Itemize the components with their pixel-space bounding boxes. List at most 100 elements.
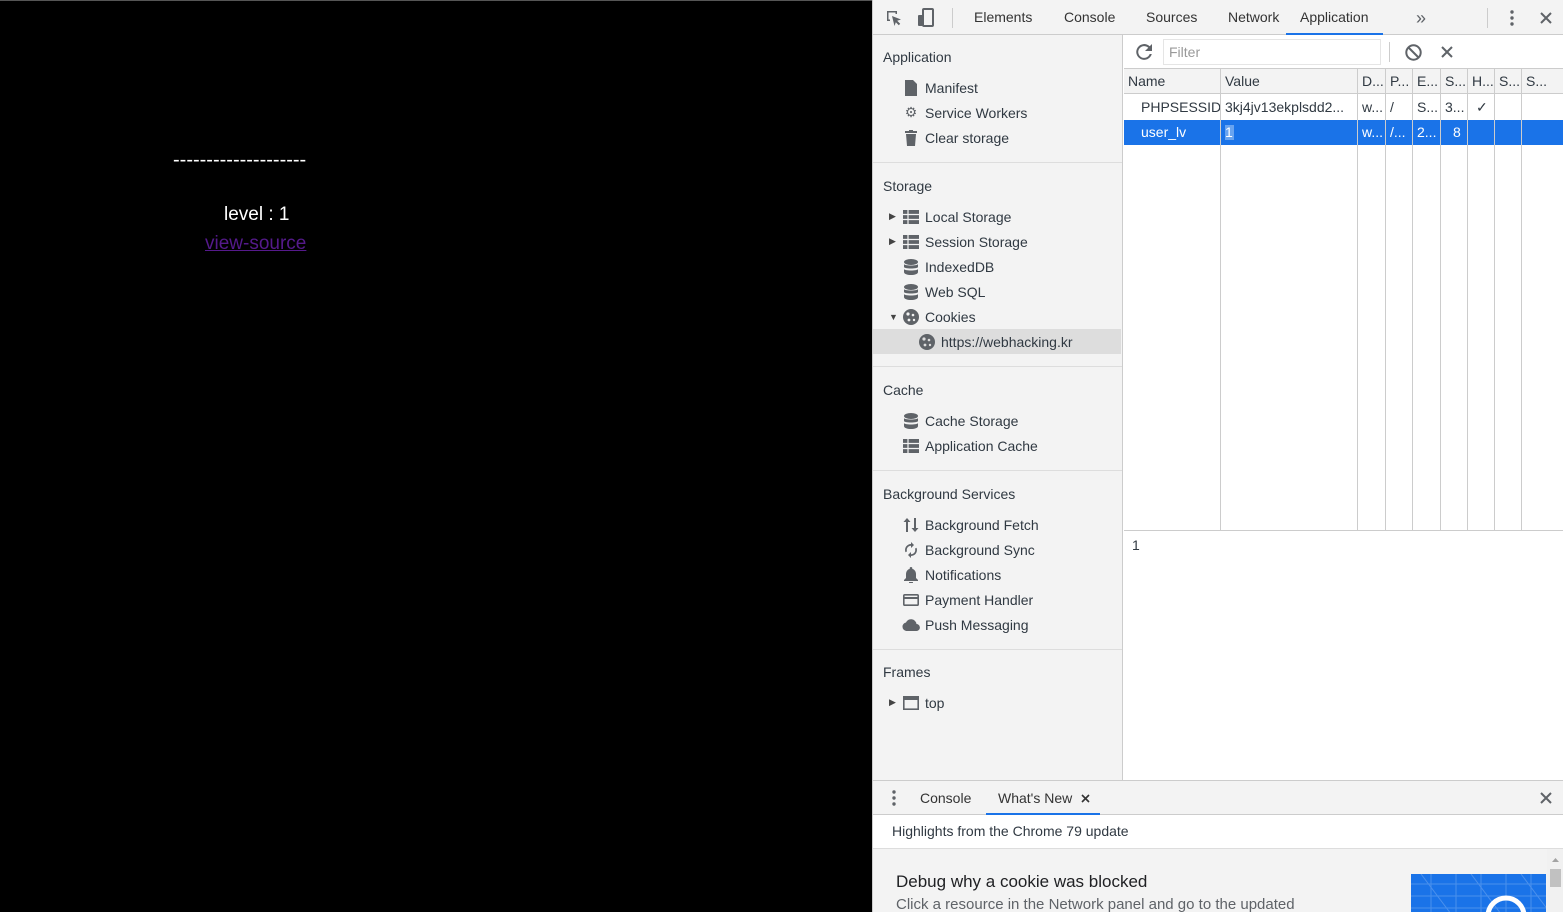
file-icon: [901, 79, 921, 97]
cookie-samesite-cell: [1522, 120, 1562, 145]
expand-arrow-icon[interactable]: ▶: [889, 697, 901, 708]
frame-icon: [901, 694, 921, 712]
tab-network[interactable]: Network: [1228, 0, 1279, 35]
cookie-domain-cell: w...: [1362, 124, 1384, 140]
tab-sources[interactable]: Sources: [1146, 0, 1197, 35]
sidebar-item-label: Background Sync: [925, 541, 1035, 558]
sidebar-item-background-fetch[interactable]: Background Fetch: [873, 512, 1121, 537]
cookie-domain-cell: w...: [1362, 99, 1384, 115]
drawer-tabbar: Console What's New: [873, 780, 1563, 815]
sidebar-item-label: Notifications: [925, 566, 1002, 583]
kebab-menu-icon[interactable]: [1501, 7, 1523, 29]
drawer-scrollbar[interactable]: [1547, 849, 1563, 912]
cookie-secure-cell: [1495, 95, 1521, 120]
sidebar-item-web-sql[interactable]: Web SQL: [873, 279, 1121, 304]
sidebar-item-label: Background Fetch: [925, 516, 1039, 533]
sidebar-item-cookie-origin[interactable]: https://webhacking.kr: [873, 329, 1121, 354]
expand-arrow-icon[interactable]: ▶: [889, 211, 901, 222]
whats-new-header: Highlights from the Chrome 79 update: [873, 815, 1563, 849]
refresh-icon[interactable]: [1133, 41, 1155, 63]
database-icon: [901, 258, 921, 276]
sidebar-item-local-storage[interactable]: ▶ Local Storage: [873, 204, 1121, 229]
sidebar-item-session-storage[interactable]: ▶ Session Storage: [873, 229, 1121, 254]
close-tab-icon[interactable]: [1078, 787, 1092, 809]
more-tabs-icon[interactable]: »: [1410, 7, 1432, 29]
table-header: Name Value D... P... E... S... H... S...…: [1124, 69, 1563, 94]
grid-icon: [901, 208, 921, 226]
preview-value: 1: [1132, 537, 1140, 553]
column-header[interactable]: Name: [1124, 69, 1220, 94]
column-header[interactable]: S...: [1495, 69, 1521, 94]
sidebar-item-notifications[interactable]: Notifications: [873, 562, 1121, 587]
column-header[interactable]: S...: [1522, 69, 1562, 94]
tab-elements[interactable]: Elements: [974, 0, 1032, 35]
section-background-title: Background Services: [883, 486, 1016, 502]
cookies-table: Name Value D... P... E... S... H... S...…: [1124, 69, 1563, 531]
device-toolbar-icon[interactable]: [915, 7, 937, 29]
table-row[interactable]: PHPSESSID 3kj4jv13ekplsdd2... w... / S..…: [1124, 95, 1563, 120]
page-viewport: -------------------- level : 1 view-sour…: [0, 0, 872, 912]
cookie-size-cell: 8: [1453, 124, 1461, 140]
sidebar-item-service-workers[interactable]: ⚙ Service Workers: [873, 100, 1121, 125]
sidebar-item-push-messaging[interactable]: Push Messaging: [873, 612, 1121, 637]
grid-icon: [901, 437, 921, 455]
sidebar-item-label: Manifest: [925, 79, 978, 96]
cookie-name-cell: user_lv: [1141, 124, 1187, 140]
cookie-value-preview: 1: [1124, 531, 1563, 780]
sidebar-item-application-cache[interactable]: Application Cache: [873, 433, 1121, 458]
drawer-menu-icon[interactable]: [883, 787, 905, 809]
news-title[interactable]: Debug why a cookie was blocked: [896, 872, 1147, 892]
clear-all-icon[interactable]: [1402, 41, 1424, 63]
cookie-httponly-cell: ✓: [1476, 99, 1488, 115]
drawer-tab-console[interactable]: Console: [920, 781, 971, 815]
whats-new-content: Debug why a cookie was blocked Click a r…: [873, 849, 1563, 912]
cookie-filter-input[interactable]: [1163, 39, 1381, 65]
delete-selected-icon[interactable]: [1436, 41, 1458, 63]
column-header[interactable]: Value: [1221, 69, 1357, 94]
sidebar-item-clear-storage[interactable]: Clear storage: [873, 125, 1121, 150]
sidebar-item-frame-top[interactable]: ▶ top: [873, 690, 1121, 715]
devtools-toolbar: Elements Console Sources Network Applica…: [873, 0, 1563, 35]
scrollbar-thumb[interactable]: [1550, 869, 1561, 887]
column-header[interactable]: D...: [1358, 69, 1385, 94]
column-header[interactable]: H...: [1468, 69, 1494, 94]
expand-arrow-icon[interactable]: ▶: [889, 236, 901, 247]
cookie-samesite-cell: [1522, 95, 1562, 120]
sidebar-item-label: Payment Handler: [925, 591, 1034, 608]
tab-console[interactable]: Console: [1064, 0, 1115, 35]
column-header[interactable]: E...: [1413, 69, 1440, 94]
sidebar-item-background-sync[interactable]: Background Sync: [873, 537, 1121, 562]
cookie-icon: [901, 308, 921, 326]
news-text: Click a resource in the Network panel an…: [896, 896, 1295, 912]
inspect-element-icon[interactable]: [883, 7, 905, 29]
section-application-title: Application: [883, 49, 952, 65]
section-storage-title: Storage: [883, 178, 933, 194]
tab-application[interactable]: Application: [1286, 0, 1383, 35]
sidebar-item-label: top: [925, 694, 945, 711]
sync-icon: [901, 541, 921, 559]
sidebar-item-payment-handler[interactable]: Payment Handler: [873, 587, 1121, 612]
close-devtools-icon[interactable]: [1535, 7, 1557, 29]
cookie-path-cell: /: [1390, 99, 1394, 115]
view-source-link[interactable]: view-source: [205, 233, 306, 255]
column-header[interactable]: S...: [1441, 69, 1467, 94]
cookie-icon: [917, 333, 937, 351]
database-icon: [901, 412, 921, 430]
cookie-size-cell: 3...: [1445, 99, 1465, 115]
column-header[interactable]: P...: [1386, 69, 1412, 94]
sidebar-item-cookies[interactable]: ▼ Cookies: [873, 304, 1121, 329]
cookie-toolbar: [1124, 35, 1563, 69]
cookie-path-cell: /...: [1390, 124, 1406, 140]
sidebar-item-label: Cookies: [925, 308, 976, 325]
close-drawer-icon[interactable]: [1535, 787, 1557, 809]
table-row-selected[interactable]: user_lv 1 w... /... 2... 8: [1124, 120, 1563, 145]
collapse-arrow-icon[interactable]: ▼: [889, 312, 901, 322]
sidebar-item-label: Local Storage: [925, 208, 1012, 225]
sidebar-item-cache-storage[interactable]: Cache Storage: [873, 408, 1121, 433]
cookie-expires-cell: 2...: [1417, 124, 1437, 140]
sidebar-item-manifest[interactable]: Manifest: [873, 75, 1121, 100]
gear-icon: ⚙: [904, 104, 918, 120]
cookie-secure-cell: [1495, 120, 1521, 145]
sidebar-item-indexeddb[interactable]: IndexedDB: [873, 254, 1121, 279]
dash-separator: --------------------: [173, 149, 307, 171]
